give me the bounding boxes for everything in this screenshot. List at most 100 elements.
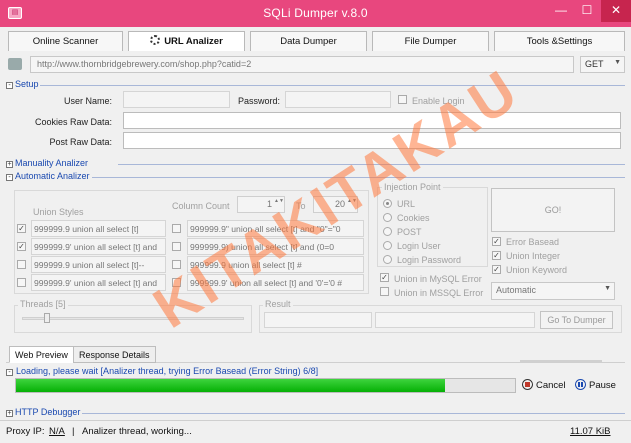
tab-label: Tools &Settings [526,36,593,47]
automatic-header[interactable]: - Automatic Analizer [6,171,90,182]
union-style-checkbox[interactable] [172,242,181,251]
union-style-field[interactable]: 999999.9' union all select [t] and [31,274,166,291]
threads-slider[interactable] [22,317,244,320]
section-title: Setup [15,79,39,89]
go-to-dumper-button[interactable]: Go To Dumper [540,311,613,329]
injection-url-label: URL [397,199,416,209]
password-field[interactable] [285,91,391,108]
cancel-label: Cancel [536,380,566,391]
tab-tools-settings[interactable]: Tools &Settings [494,31,625,51]
section-title: Automatic Analizer [15,171,90,181]
progress-toggle[interactable]: - [6,366,15,377]
main-tabs: Online Scanner URL Analizer Data Dumper … [8,31,625,51]
error-basead-checkbox[interactable]: ✓ [492,237,501,246]
cookies-field[interactable] [123,112,621,129]
http-debugger-header[interactable]: + HTTP Debugger [6,407,80,418]
password-label: Password: [237,96,280,106]
column-to-stepper[interactable]: 20 ▲▼ [313,196,358,213]
union-style-checkbox[interactable]: ✓ [17,242,26,251]
window-title: SQLi Dumper v.8.0 [263,6,368,20]
tab-url-analizer[interactable]: URL Analizer [128,31,245,51]
setup-header[interactable]: - Setup [6,79,39,90]
minimize-icon[interactable]: — [547,0,575,22]
injection-radio-cookies[interactable] [383,213,392,222]
loading-text: Loading, please wait [Analizer thread, t… [16,366,319,376]
spin-arrows-icon: ▲▼ [347,198,357,204]
union-style-checkbox[interactable] [172,278,181,287]
close-icon[interactable]: ✕ [601,0,631,22]
union-style-field[interactable]: 999999.9' union all select [t] and [31,238,166,255]
username-label: User Name: [63,96,112,106]
column-to-value: 20 [334,199,345,209]
error-basead-label: Error Basead [506,237,560,247]
tab-file-dumper[interactable]: File Dumper [372,31,489,51]
union-style-checkbox[interactable] [172,260,181,269]
tab-online-scanner[interactable]: Online Scanner [8,31,123,51]
gear-icon [150,35,161,45]
union-style-field[interactable]: 999999.9 union all select [t] # [187,256,364,273]
post-field[interactable] [123,132,621,149]
injection-point-label: Injection Point [382,182,443,192]
union-style-field[interactable]: 999999.9' union all select [t] and '0'='… [187,274,364,291]
tab-web-preview[interactable]: Web Preview [9,346,74,363]
manuality-header[interactable]: + Manuality Analizer [6,158,88,169]
username-field[interactable] [123,91,230,108]
union-style-field[interactable]: 999999.9 union all select [t] [31,220,166,237]
union-style-checkbox[interactable] [17,278,26,287]
tab-label: File Dumper [404,36,457,47]
tab-label: URL Analizer [164,36,223,47]
mode-select[interactable]: Automatic ▼ [491,282,615,300]
column-count-label: Column Count [172,201,230,211]
collapse-icon: - [6,174,13,181]
enable-login-checkbox[interactable] [398,95,407,104]
injection-radio-post[interactable] [383,227,392,236]
divider [40,85,625,86]
tab-data-dumper[interactable]: Data Dumper [250,31,367,51]
divider [118,164,625,165]
lock-icon [8,58,22,70]
column-from-stepper[interactable]: 1 ▲▼ [237,196,285,213]
union-keyword-checkbox[interactable]: ✓ [492,265,501,274]
collapse-icon: - [6,82,13,89]
to-label: To [296,201,306,211]
mode-value: Automatic [496,285,537,295]
union-style-checkbox[interactable] [172,224,181,233]
result-field [375,312,535,328]
stop-icon [522,379,533,390]
pause-button[interactable]: Pause [575,379,616,391]
injection-radio-login-password[interactable] [383,255,392,264]
injection-radio-url[interactable] [383,199,392,208]
union-style-field[interactable]: 999999.9 union all select [t]-- [31,256,166,273]
injection-cookies-label: Cookies [397,213,430,223]
union-mssql-error-checkbox[interactable] [380,287,389,296]
go-button[interactable]: GO! [491,188,615,232]
threads-label: Threads [5] [18,299,68,309]
method-value: GET [585,59,604,69]
tab-response-details[interactable]: Response Details [73,346,156,363]
proxy-value[interactable]: N/A [49,426,65,437]
cancel-button[interactable]: Cancel [522,379,566,391]
method-select[interactable]: GET ▼ [580,56,625,73]
union-style-field[interactable]: 999999.9) union all select [t] and (0=0 [187,238,364,255]
scrollbar[interactable] [520,360,602,362]
injection-radio-login-user[interactable] [383,241,392,250]
pause-icon [575,379,586,390]
union-mysql-error-label: Union in MySQL Error [394,274,482,284]
union-integer-checkbox[interactable]: ✓ [492,251,501,260]
union-integer-label: Union Integer [506,251,561,261]
column-from-value: 1 [266,199,272,209]
result-label: Result [263,299,293,309]
post-label: Post Raw Data: [49,137,112,147]
section-title: Manuality Analizer [15,158,89,168]
tab-label: Online Scanner [32,36,99,47]
title-bar: ▤ SQLi Dumper v.8.0 — ☐ ✕ [0,0,631,27]
union-style-checkbox[interactable] [17,260,26,269]
url-row: http://www.thornbridgebrewery.com/shop.p… [8,56,625,74]
union-mssql-error-label: Union in MSSQL Error [394,288,484,298]
union-mysql-error-checkbox[interactable]: ✓ [380,273,389,282]
maximize-icon[interactable]: ☐ [573,0,601,22]
union-style-checkbox[interactable]: ✓ [17,224,26,233]
union-style-field[interactable]: 999999.9" union all select [t] and "0"="… [187,220,364,237]
url-input[interactable]: http://www.thornbridgebrewery.com/shop.p… [30,56,574,73]
threads-slider-thumb[interactable] [43,313,50,323]
